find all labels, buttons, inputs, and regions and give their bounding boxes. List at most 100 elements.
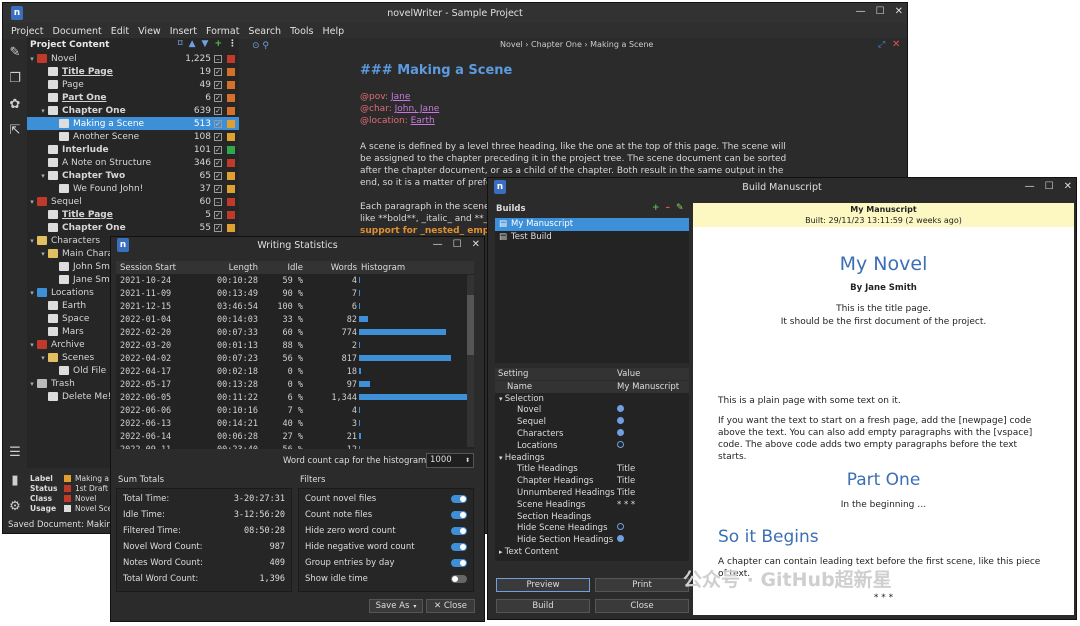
menu-view[interactable]: View xyxy=(138,26,161,37)
build-close-button[interactable]: Close xyxy=(595,599,689,613)
session-row[interactable]: 2022-06-05 00:11:22 6 % 1,344 xyxy=(116,391,474,404)
col-histogram[interactable]: Histogram xyxy=(357,263,405,273)
build-minimize-icon[interactable]: — xyxy=(1025,181,1035,192)
setting-row[interactable]: Title Headings Title xyxy=(495,464,689,476)
session-row[interactable]: 2022-04-17 00:02:18 0 % 18 xyxy=(116,365,474,378)
stats-scrollbar[interactable] xyxy=(467,275,474,447)
move-up-icon[interactable]: ▲ xyxy=(189,39,196,49)
tree-item-active-checkbox[interactable]: ✓ xyxy=(214,119,222,128)
menu-project[interactable]: Project xyxy=(11,26,44,37)
tree-item[interactable]: Part One 6 ✓ xyxy=(27,91,239,104)
setting-row[interactable]: ▾ Headings xyxy=(495,452,689,464)
expand-arrow-icon[interactable]: ▾ xyxy=(38,107,48,115)
setting-row[interactable]: Hide Section Headings xyxy=(495,534,689,546)
main-titlebar[interactable]: n novelWriter - Sample Project — ☐ ✕ xyxy=(3,3,907,23)
settings-gear-icon[interactable]: ⚙ xyxy=(3,493,27,519)
close-icon[interactable]: ✕ xyxy=(895,6,903,17)
setting-radio-icon[interactable] xyxy=(617,535,624,543)
stats-close-icon[interactable]: ✕ xyxy=(472,239,480,250)
session-row[interactable]: 2022-04-02 00:07:23 56 % 817 xyxy=(116,352,474,365)
tree-item[interactable]: Page 49 ✓ xyxy=(27,78,239,91)
setting-row[interactable]: Characters xyxy=(495,428,689,440)
session-row[interactable]: 2021-12-15 03:46:54 100 % 6 xyxy=(116,300,474,313)
setting-row[interactable]: Unnumbered Headings Title xyxy=(495,487,689,499)
tree-item[interactable]: ▾ Chapter One 639 ✓ xyxy=(27,104,239,117)
print-button[interactable]: Print xyxy=(595,578,689,592)
expand-editor-icon[interactable]: ⤢ xyxy=(878,40,885,50)
session-row[interactable]: 2022-01-04 00:14:03 33 % 82 xyxy=(116,313,474,326)
outline-icon[interactable]: ✿ xyxy=(3,91,27,117)
setting-radio-icon[interactable] xyxy=(617,405,624,413)
remove-build-icon[interactable]: – xyxy=(666,203,671,213)
tree-item[interactable]: Another Scene 108 ✓ xyxy=(27,130,239,143)
tree-item[interactable]: Interlude 101 ✓ xyxy=(27,143,239,156)
menu-insert[interactable]: Insert xyxy=(170,26,197,37)
maximize-icon[interactable]: ☐ xyxy=(876,6,885,17)
setting-row[interactable]: ▸ Text Content xyxy=(495,546,689,558)
stats-icon[interactable]: ▮ xyxy=(3,467,27,493)
tree-item[interactable]: ▾ Chapter Two 65 ✓ xyxy=(27,169,239,182)
session-row[interactable]: 2022-06-14 00:06:28 27 % 21 xyxy=(116,430,474,443)
edit-icon[interactable]: ✎ xyxy=(3,39,27,65)
tree-item-active-checkbox[interactable]: – xyxy=(214,54,222,63)
preview-button[interactable]: Preview xyxy=(496,578,590,592)
setting-row[interactable]: Sequel xyxy=(495,416,689,428)
tree-item-active-checkbox[interactable]: ✓ xyxy=(214,223,222,232)
session-row[interactable]: 2021-11-09 00:13:49 90 % 7 xyxy=(116,287,474,300)
session-row[interactable]: 2022-03-20 00:01:13 88 % 2 xyxy=(116,339,474,352)
expand-arrow-icon[interactable]: ▾ xyxy=(27,380,37,388)
setting-row[interactable]: Locations xyxy=(495,440,689,452)
expand-arrow-icon[interactable]: ▾ xyxy=(27,341,37,349)
session-row[interactable]: 2022-09-1100:23:4056 %12 xyxy=(116,443,474,449)
session-row[interactable]: 2022-06-13 00:14:21 40 % 3 xyxy=(116,417,474,430)
tree-item-active-checkbox[interactable]: ✓ xyxy=(214,184,222,193)
expand-arrow-icon[interactable]: ▾ xyxy=(38,354,48,362)
histogram-cap-input[interactable]: 1000 ⬍ xyxy=(426,453,474,468)
setting-row[interactable]: Name My Manuscript xyxy=(495,381,689,393)
session-row[interactable]: 2022-05-17 00:13:28 0 % 97 xyxy=(116,378,474,391)
add-build-icon[interactable]: + xyxy=(652,203,660,213)
tree-item-active-checkbox[interactable]: ✓ xyxy=(214,132,222,141)
setting-radio-icon[interactable] xyxy=(617,417,624,425)
expand-arrow-icon[interactable]: ▾ xyxy=(27,237,37,245)
tree-item-active-checkbox[interactable]: ✓ xyxy=(214,93,222,102)
tree-item[interactable]: ▾ Novel 1,225– xyxy=(27,52,239,65)
export-icon[interactable]: ⇱ xyxy=(3,117,27,143)
filter-toggle-switch[interactable] xyxy=(451,495,467,503)
more-options-icon[interactable]: ⋮ xyxy=(228,39,237,49)
expand-arrow-icon[interactable]: ▾ xyxy=(38,250,48,258)
list-icon[interactable]: ☰ xyxy=(3,439,27,465)
stats-scroll-thumb[interactable] xyxy=(467,295,474,355)
add-item-icon[interactable]: + xyxy=(214,39,222,49)
tree-item-active-checkbox[interactable]: ✓ xyxy=(214,158,222,167)
expand-arrow-icon[interactable]: ▾ xyxy=(27,198,37,206)
tree-item[interactable]: ▾ Sequel 60– xyxy=(27,195,239,208)
session-row[interactable]: 2022-02-20 00:07:33 60 % 774 xyxy=(116,326,474,339)
menu-edit[interactable]: Edit xyxy=(111,26,129,37)
editor-search-icon[interactable]: ⊙ ⚲ xyxy=(252,41,269,51)
build-titlebar[interactable]: n Build Manuscript — ☐ ✕ xyxy=(488,178,1076,196)
filter-toggle-switch[interactable] xyxy=(451,559,467,567)
setting-row[interactable]: Hide Scene Headings xyxy=(495,523,689,535)
tree-item-active-checkbox[interactable]: ✓ xyxy=(214,67,222,76)
tree-item-active-checkbox[interactable]: – xyxy=(214,197,222,206)
menu-document[interactable]: Document xyxy=(53,26,102,37)
filter-toggle-switch[interactable] xyxy=(451,543,467,551)
setting-row[interactable]: Scene Headings * * * xyxy=(495,499,689,511)
setting-radio-icon[interactable] xyxy=(617,429,624,437)
tree-item-active-checkbox[interactable]: ✓ xyxy=(214,80,222,89)
menu-tools[interactable]: Tools xyxy=(290,26,313,37)
expand-arrow-icon[interactable]: ▾ xyxy=(27,55,37,63)
tree-item-active-checkbox[interactable]: ✓ xyxy=(214,210,222,219)
col-idle[interactable]: Idle xyxy=(258,263,304,273)
session-row[interactable]: 2022-06-06 00:10:16 7 % 4 xyxy=(116,404,474,417)
setting-row[interactable]: ▾ Selection xyxy=(495,393,689,405)
tree-item-active-checkbox[interactable]: ✓ xyxy=(214,145,222,154)
stats-close-button[interactable]: ✕ Close xyxy=(426,599,475,613)
build-close-icon[interactable]: ✕ xyxy=(1064,181,1072,192)
filter-toggle-switch[interactable] xyxy=(451,527,467,535)
build-item-test-build[interactable]: ▤ Test Build xyxy=(495,231,689,244)
build-maximize-icon[interactable]: ☐ xyxy=(1045,181,1054,192)
spin-icon[interactable]: ⬍ xyxy=(465,454,470,467)
build-item-my-manuscript[interactable]: ▤ My Manuscript xyxy=(495,218,689,231)
